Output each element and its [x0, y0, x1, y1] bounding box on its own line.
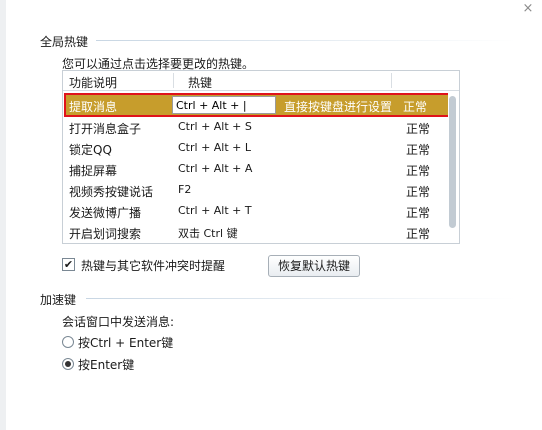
table-row[interactable]: 开启划词搜索 双击 Ctrl 键 正常: [66, 222, 446, 243]
row-function: 提取消息: [69, 100, 118, 114]
table-row-selected[interactable]: 提取消息 直接按键盘进行设置 正常: [64, 93, 450, 117]
global-hotkeys-title: 全局热键: [40, 35, 89, 49]
scrollbar-thumb[interactable]: [449, 96, 456, 228]
restore-default-hotkeys-button[interactable]: 恢复默认热键: [268, 255, 360, 277]
radio-selected-dot: [65, 361, 71, 367]
table-row[interactable]: 捕捉屏幕 Ctrl + Alt + A 正常: [66, 159, 446, 180]
radio-ctrl-enter-label[interactable]: 按Ctrl + Enter键: [78, 334, 173, 351]
column-header-hotkey: 热键: [188, 76, 213, 90]
row-function: 开启划词搜索: [69, 227, 142, 241]
row-status: 正常: [403, 100, 428, 114]
conflict-reminder-checkbox[interactable]: ✔: [62, 258, 75, 271]
conflict-reminder-label[interactable]: 热键与其它软件冲突时提醒: [81, 257, 225, 274]
hotkey-table: 功能说明 热键 提取消息 直接按键盘进行设置 正常 打开消息盒子 Ctrl + …: [62, 70, 460, 244]
row-hotkey: Ctrl + Alt + T: [178, 204, 252, 217]
table-row[interactable]: 打开消息盒子 Ctrl + Alt + S 正常: [66, 117, 446, 138]
table-header: 功能说明 热键: [63, 71, 459, 91]
row-status: 正常: [406, 143, 431, 157]
hotkey-input[interactable]: [172, 96, 276, 114]
row-function: 发送微博广播: [69, 206, 142, 220]
table-scrollbar[interactable]: [448, 91, 458, 241]
row-function: 视频秀按键说话: [69, 185, 154, 199]
row-status: 正常: [406, 227, 431, 241]
radio-enter[interactable]: [62, 358, 74, 370]
row-status: 正常: [406, 185, 431, 199]
table-row[interactable]: 发送微博广播 Ctrl + Alt + T 正常: [66, 201, 446, 222]
row-status: 正常: [406, 164, 431, 178]
row-status: 正常: [406, 122, 431, 136]
section-divider: [86, 298, 516, 299]
row-hotkey: F2: [178, 183, 192, 196]
row-hotkey: Ctrl + Alt + S: [178, 120, 252, 133]
row-status: 正常: [406, 206, 431, 220]
row-function: 打开消息盒子: [69, 122, 142, 136]
row-function: 锁定QQ: [69, 143, 112, 157]
radio-ctrl-enter[interactable]: [62, 336, 74, 348]
column-separator: [391, 73, 392, 88]
column-header-function: 功能说明: [69, 76, 118, 90]
column-separator: [173, 73, 174, 88]
section-divider: [96, 40, 516, 41]
accelerator-title: 加速键: [40, 293, 77, 307]
table-row[interactable]: 视频秀按键说话 F2 正常: [66, 180, 446, 201]
close-icon[interactable]: ×: [520, 1, 536, 17]
send-message-prompt: 会话窗口中发送消息:: [62, 315, 175, 329]
row-function: 捕捉屏幕: [69, 164, 118, 178]
background-window-edge: [0, 0, 6, 430]
row-hotkey: Ctrl + Alt + L: [178, 141, 252, 154]
row-hotkey: Ctrl + Alt + A: [178, 162, 253, 175]
row-hint: 直接按键盘进行设置: [284, 100, 393, 114]
row-hotkey: 双击 Ctrl 键: [178, 227, 238, 240]
table-row[interactable]: 锁定QQ Ctrl + Alt + L 正常: [66, 138, 446, 159]
radio-enter-label[interactable]: 按Enter键: [78, 356, 134, 373]
